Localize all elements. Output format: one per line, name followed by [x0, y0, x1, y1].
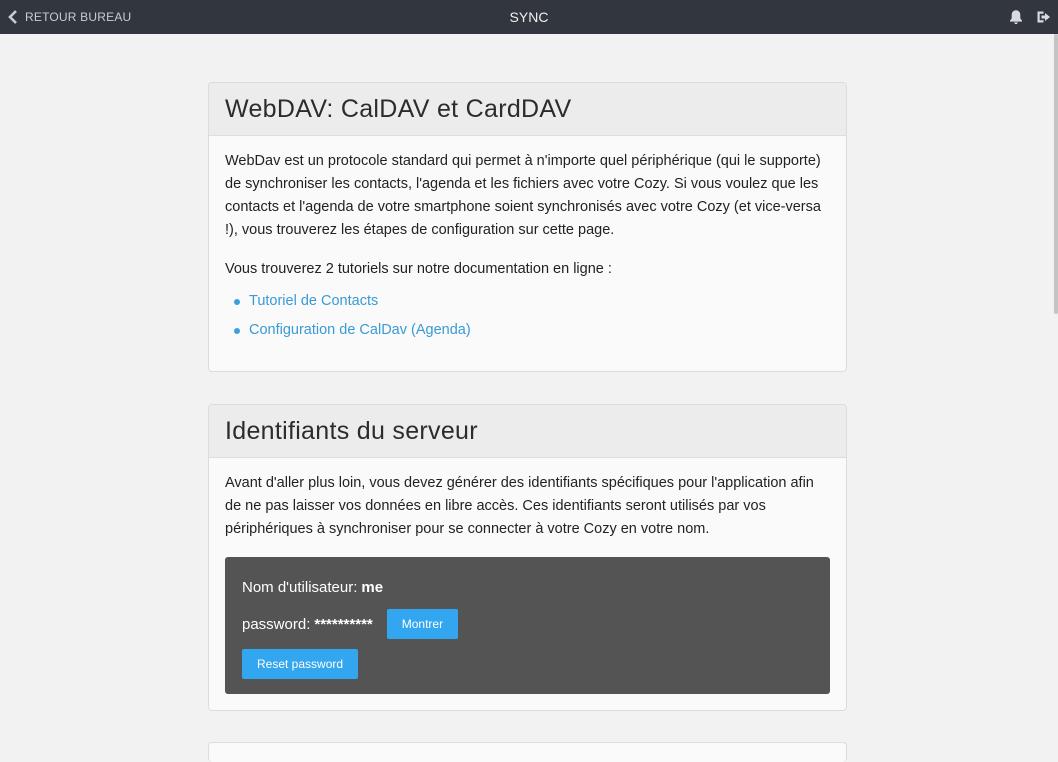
password-label: password: — [242, 615, 311, 633]
password-row: password: ********** Montrer — [242, 609, 813, 639]
bell-icon — [1010, 10, 1022, 25]
credentials-intro: Avant d'aller plus loin, vous devez géné… — [225, 475, 814, 537]
tutorials-intro: Vous trouverez 2 tutoriels sur notre doc… — [225, 261, 612, 277]
webdav-intro: WebDav est un protocole standard qui per… — [225, 153, 821, 238]
caldav-configuration-link[interactable]: Configuration de CalDav (Agenda) — [249, 322, 471, 338]
reset-password-button[interactable]: Reset password — [242, 649, 359, 679]
logout-icon — [1037, 11, 1050, 23]
password-value: ********** — [314, 615, 373, 633]
credentials-box: Nom d'utilisateur: me password: ********… — [225, 557, 830, 694]
credentials-title: Identifiants du serveur — [225, 416, 478, 445]
chevron-left-icon — [8, 10, 17, 24]
list-item: Tutoriel de Contacts — [233, 287, 830, 316]
show-password-button[interactable]: Montrer — [386, 609, 459, 639]
webdav-card-header: WebDAV: CalDAV et CardDAV — [209, 83, 846, 136]
page-scrollbar[interactable] — [1054, 34, 1058, 314]
username-value: me — [361, 578, 384, 596]
username-row: Nom d'utilisateur: me — [242, 575, 813, 599]
webdav-card: WebDAV: CalDAV et CardDAV WebDav est un … — [208, 82, 847, 372]
webdav-title: WebDAV: CalDAV et CardDAV — [225, 94, 572, 123]
next-card — [208, 742, 847, 762]
back-to-desktop-link[interactable]: RETOUR BUREAU — [8, 0, 131, 34]
back-label: RETOUR BUREAU — [25, 10, 132, 24]
contacts-tutorial-link[interactable]: Tutoriel de Contacts — [249, 293, 378, 309]
credentials-card-header: Identifiants du serveur — [209, 405, 846, 458]
tutorial-links: Tutoriel de Contacts Configuration de Ca… — [225, 287, 830, 345]
top-bar: RETOUR BUREAU SYNC — [0, 0, 1058, 34]
logout-button[interactable] — [1030, 0, 1058, 34]
app-title: SYNC — [509, 9, 549, 25]
credentials-card: Identifiants du serveur Avant d'aller pl… — [208, 404, 847, 711]
list-item: Configuration de CalDav (Agenda) — [233, 316, 830, 345]
username-label: Nom d'utilisateur: — [242, 578, 358, 596]
notifications-button[interactable] — [1002, 0, 1030, 34]
